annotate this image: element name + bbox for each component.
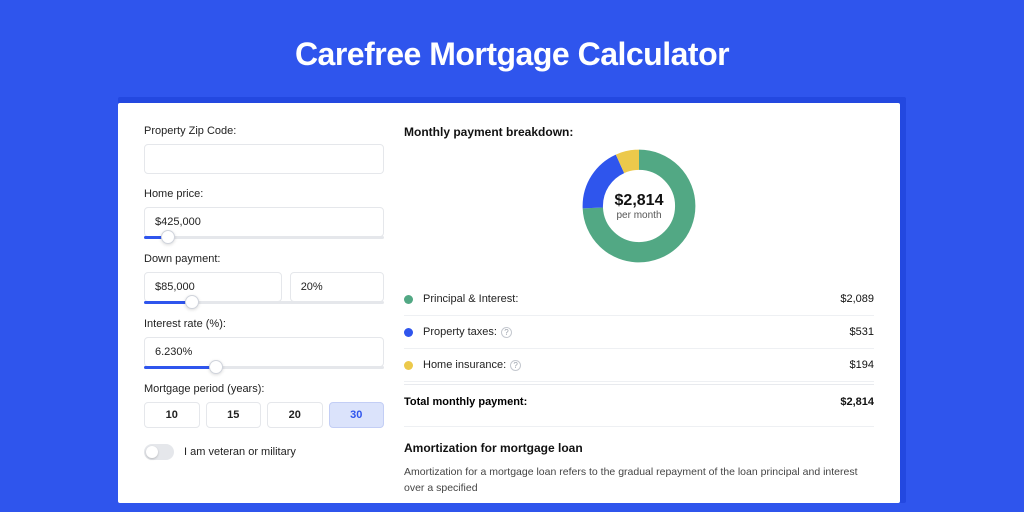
legend-label-taxes: Property taxes: [423, 326, 497, 338]
amortization-body: Amortization for a mortgage loan refers … [404, 465, 874, 497]
veteran-label: I am veteran or military [184, 446, 296, 458]
legend-row-insurance: Home insurance: ? $194 [404, 349, 874, 382]
total-row: Total monthly payment: $2,814 [404, 384, 874, 422]
home-price-group: Home price: [144, 188, 384, 239]
amortization-title: Amortization for mortgage loan [404, 441, 874, 455]
veteran-toggle[interactable] [144, 444, 174, 460]
donut-center: $2,814 per month [578, 145, 700, 267]
veteran-row: I am veteran or military [144, 444, 384, 460]
period-btn-15[interactable]: 15 [206, 402, 262, 428]
home-price-slider[interactable] [144, 236, 384, 239]
calculator-panel: Property Zip Code: Home price: Down paym… [118, 103, 900, 503]
zip-input[interactable] [144, 144, 384, 174]
zip-field-group: Property Zip Code: [144, 125, 384, 174]
payment-donut-chart: $2,814 per month [578, 145, 700, 267]
home-price-input[interactable] [144, 207, 384, 237]
down-payment-amount-input[interactable] [144, 272, 282, 302]
legend-row-principal: Principal & Interest: $2,089 [404, 283, 874, 316]
interest-rate-group: Interest rate (%): [144, 318, 384, 369]
mortgage-period-group: Mortgage period (years): 10 15 20 30 [144, 383, 384, 428]
down-payment-slider[interactable] [144, 301, 384, 304]
legend-label-principal: Principal & Interest: [423, 293, 518, 305]
interest-rate-input[interactable] [144, 337, 384, 367]
legend-value-taxes: $531 [850, 326, 874, 338]
page-title: Carefree Mortgage Calculator [0, 0, 1024, 97]
down-payment-percent-input[interactable] [290, 272, 384, 302]
interest-rate-label: Interest rate (%): [144, 318, 384, 330]
period-btn-20[interactable]: 20 [267, 402, 323, 428]
total-label: Total monthly payment: [404, 396, 527, 408]
dot-taxes-icon [404, 328, 413, 337]
legend-row-taxes: Property taxes: ? $531 [404, 316, 874, 349]
amortization-section: Amortization for mortgage loan Amortizat… [404, 426, 874, 497]
breakdown-title: Monthly payment breakdown: [404, 125, 874, 139]
mortgage-period-options: 10 15 20 30 [144, 402, 384, 428]
interest-rate-slider-thumb[interactable] [209, 360, 223, 374]
legend-value-insurance: $194 [850, 359, 874, 371]
down-payment-slider-thumb[interactable] [185, 295, 199, 309]
interest-rate-slider[interactable] [144, 366, 384, 369]
mortgage-period-label: Mortgage period (years): [144, 383, 384, 395]
info-icon[interactable]: ? [501, 327, 512, 338]
donut-center-sub: per month [616, 210, 661, 221]
calculator-card: Property Zip Code: Home price: Down paym… [118, 97, 906, 503]
period-btn-30[interactable]: 30 [329, 402, 385, 428]
home-price-slider-thumb[interactable] [161, 230, 175, 244]
dot-principal-icon [404, 295, 413, 304]
info-icon[interactable]: ? [510, 360, 521, 371]
legend-value-principal: $2,089 [840, 293, 874, 305]
period-btn-10[interactable]: 10 [144, 402, 200, 428]
down-payment-group: Down payment: [144, 253, 384, 304]
home-price-label: Home price: [144, 188, 384, 200]
donut-wrap: $2,814 per month [404, 145, 874, 267]
dot-insurance-icon [404, 361, 413, 370]
total-value: $2,814 [840, 396, 874, 408]
donut-center-value: $2,814 [615, 192, 664, 210]
inputs-column: Property Zip Code: Home price: Down paym… [144, 125, 384, 503]
zip-label: Property Zip Code: [144, 125, 384, 137]
breakdown-column: Monthly payment breakdown: $2,814 per mo… [404, 125, 874, 503]
down-payment-label: Down payment: [144, 253, 384, 265]
legend-label-insurance: Home insurance: [423, 359, 506, 371]
